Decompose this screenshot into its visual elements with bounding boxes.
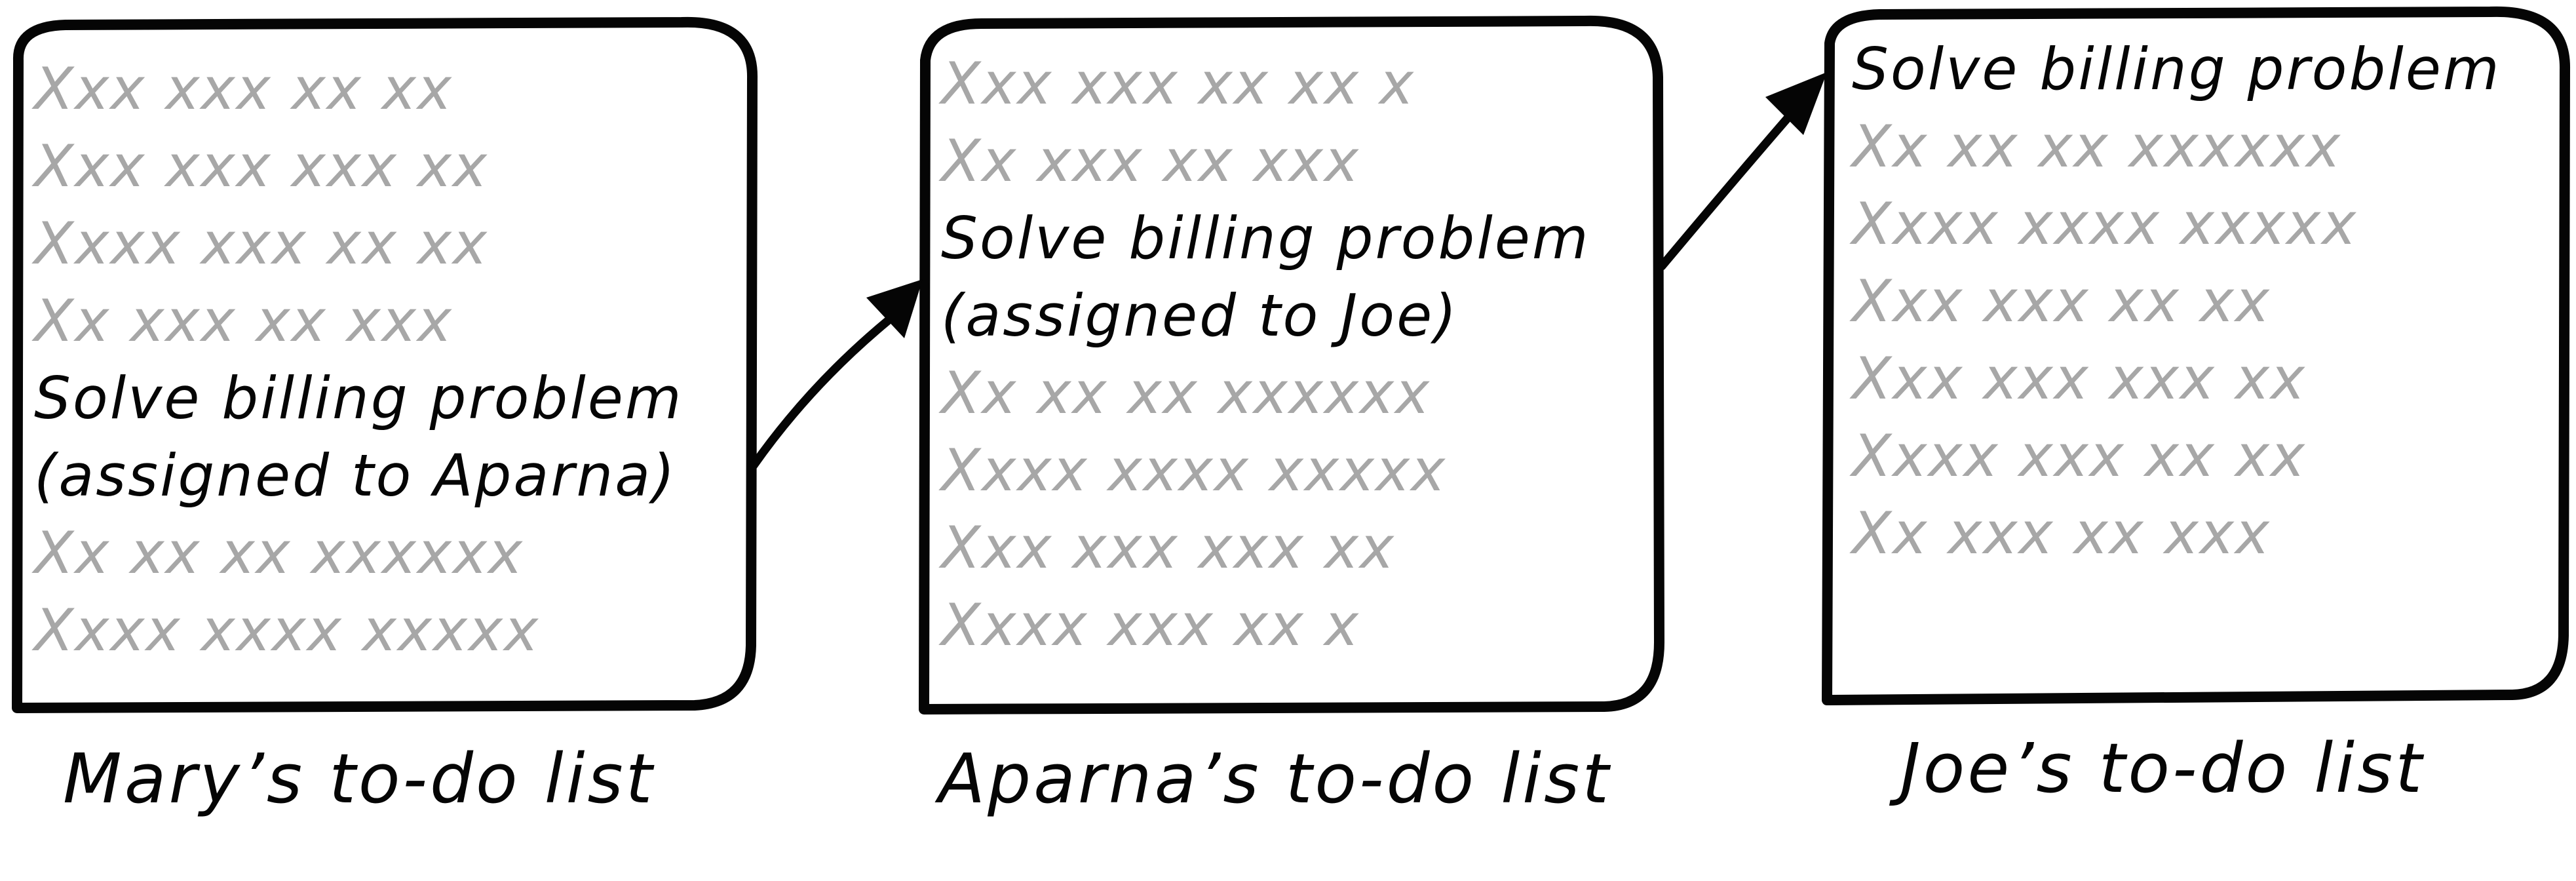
list-line: Xxx xxx xxx xx [941,514,1395,581]
task-line: Solve billing problem [941,205,1590,272]
aparna-todo-list: Xxx xxx xx xx x Xx xxx xx xxx Solve bill… [941,47,1649,663]
list-line: Xxx xxx xx xx x [941,50,1415,117]
task-assignment-line: (assigned to Aparna) [34,442,677,509]
joe-list-caption: Joe’s to-do list [1900,728,2425,808]
arrow-mary-to-aparna [749,317,892,470]
arrow-aparna-to-joe-head [1765,72,1827,135]
delegation-diagram: Xxx xxx xx xx Xxx xxx xxx xx Xxxx xxx xx… [0,0,2576,881]
list-line: Xx xx xx xxxxxx [941,359,1431,427]
task-line: Solve billing problem [34,364,683,432]
list-line: Xxxx xxxx xxxxx [1852,190,2358,258]
list-line: Xx xxx xx xxx [941,127,1360,195]
list-line: Xxxx xxx xx x [941,591,1360,659]
arrow-aparna-to-joe [1657,113,1792,271]
aparna-list-caption: Aparna’s to-do list [938,739,1611,819]
list-line: Xx xx xx xxxxxx [1852,113,2342,180]
list-line: Xx xxx xx xxx [34,287,453,355]
list-line: Xxx xxx xxx xx [1852,345,2306,412]
list-line: Xxxx xxxx xxxxx [941,437,1447,504]
list-line: Xx xx xx xxxxxx [34,519,524,587]
task-assignment-line: (assigned to Joe) [941,282,1459,349]
list-line: Xxx xxx xx xx [1852,267,2271,335]
list-line: Xx xxx xx xxx [1852,499,2271,567]
joe-todo-list: Solve billing problem Xx xx xx xxxxxx Xx… [1852,30,2553,646]
list-line: Xxxx xxxx xxxxx [34,597,540,664]
mary-todo-list: Xxx xxx xx xx Xxx xxx xxx xx Xxxx xxx xx… [34,47,742,663]
list-line: Xxxx xxx xx xx [1852,422,2306,490]
list-line: Xxx xxx xxx xx [34,132,488,200]
task-line: Solve billing problem [1852,35,2501,103]
list-line: Xxx xxx xx xx [34,55,453,123]
mary-list-caption: Mary’s to-do list [63,739,655,819]
list-line: Xxxx xxx xx xx [34,210,488,277]
